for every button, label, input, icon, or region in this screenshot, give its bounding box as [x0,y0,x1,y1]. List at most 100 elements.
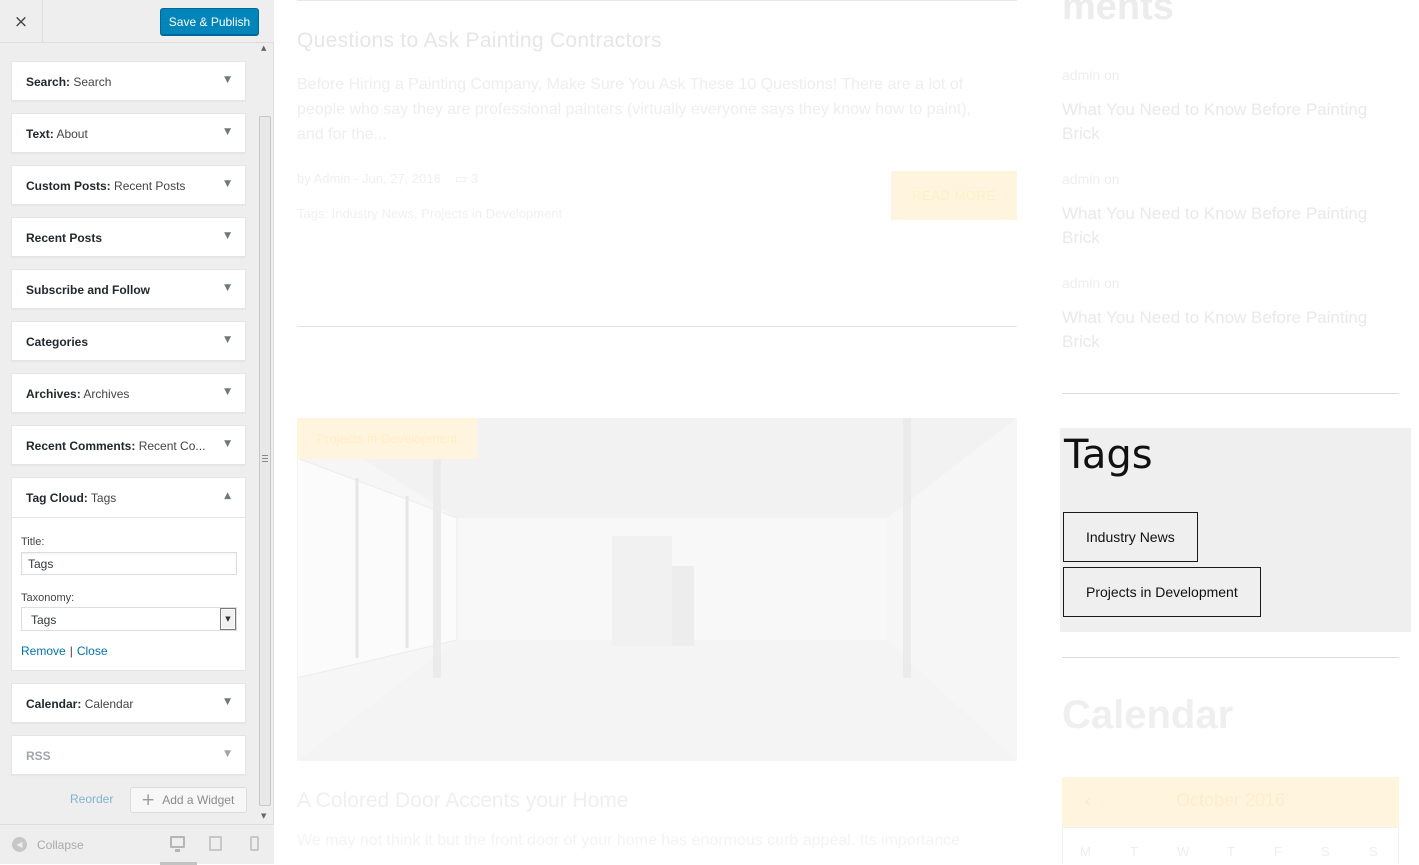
calendar-header: October 2016 ‹ [1062,777,1399,827]
scrollbar-thumb[interactable] [259,116,271,806]
collapse-button[interactable]: ◀ Collapse [12,837,84,852]
widget-heading: Calendar [1062,693,1234,737]
customizer-sidebar: × Save & Publish ▲ ▼ Search: Search ▼ Te… [0,0,274,865]
widget-tag-cloud-header[interactable]: Tag Cloud: Tags ▲ [12,478,245,518]
taxonomy-field-label: Taxonomy: [21,592,75,604]
title-field-label: Title: [21,536,45,548]
empty-room-image [297,418,1017,761]
expand-arrow-icon[interactable]: ▼ [224,387,231,397]
dropdown-arrow-icon[interactable]: ▼ [220,608,236,630]
widget-search[interactable]: Search: Search ▼ [11,61,246,101]
expand-arrow-icon[interactable]: ▼ [224,75,231,85]
calendar-grid: M T W T F S S [1062,827,1399,864]
tag-link[interactable]: Projects in Development [1063,567,1261,617]
expand-arrow-icon[interactable]: ▼ [224,283,231,293]
add-widget-label: Add a Widget [162,793,235,807]
widget-recent-posts[interactable]: Recent Posts ▼ [11,217,246,257]
weekday-label: S [1369,844,1378,859]
scrollbar[interactable]: ▲ ▼ [259,44,271,820]
widget-heading: ments [1062,0,1174,28]
separator: | [69,644,73,658]
weekday-label: F [1274,844,1282,859]
scroll-down-arrow-icon[interactable]: ▼ [261,812,266,820]
widget-actions: Remove | Close [21,644,108,658]
tag-cloud-widget: Tags Industry News Projects in Developme… [1060,428,1411,632]
divider [1062,393,1399,394]
close-icon[interactable]: × [0,0,43,43]
add-widget-button[interactable]: + Add a Widget [130,787,247,813]
scroll-up-arrow-icon[interactable]: ▲ [261,44,266,52]
divider [1062,657,1399,658]
post-tags: Tags: Industry News, Projects in Develop… [297,206,563,221]
post-excerpt: Before Hiring a Painting Company, Make S… [297,76,972,143]
divider [297,0,1017,1]
widget-tag-cloud: Tag Cloud: Tags ▲ Title: Taxonomy: Tags … [11,477,246,671]
expand-arrow-icon[interactable]: ▼ [224,231,231,241]
widget-heading: Tags [1064,432,1153,478]
taxonomy-select[interactable]: Tags ▼ [21,607,237,631]
taxonomy-selected-value: Tags [31,613,57,627]
save-publish-button[interactable]: Save & Publish [160,8,259,35]
chevron-left-icon[interactable]: ‹ [1084,791,1091,812]
widget-title: Archives: Archives [26,387,130,401]
expand-arrow-icon[interactable]: ▼ [224,749,231,759]
widget-archives[interactable]: Archives: Archives ▼ [11,373,246,413]
customizer-footer: ◀ Collapse [0,824,274,865]
widget-custom-posts[interactable]: Custom Posts: Recent Posts ▼ [11,165,246,205]
widget-title: Text: About [26,127,88,141]
plus-icon: + [141,789,156,810]
widget-title: RSS [26,749,51,763]
widget-title: Tag Cloud: Tags [26,491,117,505]
weekday-label: M [1080,844,1091,859]
widget-title: Recent Posts [26,231,103,245]
read-more-button[interactable]: READ MORE [891,171,1017,220]
comment-post-link[interactable]: What You Need to Know Before Painting Br… [1062,306,1392,354]
divider [297,326,1017,327]
weekday-label: T [1130,844,1138,859]
mobile-preview-icon[interactable] [250,836,259,851]
widget-rss[interactable]: RSS ▼ [11,735,246,775]
collapse-arrow-icon[interactable]: ▲ [224,491,231,501]
comment-author: admin on [1062,275,1120,291]
remove-link[interactable]: Remove [21,644,66,658]
post-title[interactable]: Questions to Ask Painting Contractors [297,29,662,53]
expand-arrow-icon[interactable]: ▼ [224,439,231,449]
grip-icon [262,455,268,462]
widget-title: Recent Comments: Recent Co... [26,439,206,453]
collapse-arrow-icon: ◀ [12,837,27,852]
expand-arrow-icon[interactable]: ▼ [224,179,231,189]
widget-title: Categories [26,335,89,349]
category-badge[interactable]: Projects in Development [297,418,477,459]
collapse-label: Collapse [37,837,84,852]
comment-author: admin on [1062,67,1120,83]
widget-subscribe-follow[interactable]: Subscribe and Follow ▼ [11,269,246,309]
close-link[interactable]: Close [77,644,108,658]
widget-recent-comments[interactable]: Recent Comments: Recent Co... ▼ [11,425,246,465]
tag-link[interactable]: Industry News [1063,512,1198,562]
comment-author: admin on [1062,171,1120,187]
weekday-label: W [1177,844,1190,859]
widget-title: Search: Search [26,75,112,89]
reorder-link[interactable]: Reorder [70,792,113,806]
widget-categories[interactable]: Categories ▼ [11,321,246,361]
title-input[interactable] [21,552,237,575]
widget-title: Calendar: Calendar [26,697,134,711]
widget-text-about[interactable]: Text: About ▼ [11,113,246,153]
widget-title: Custom Posts: Recent Posts [26,179,186,193]
expand-arrow-icon[interactable]: ▼ [224,697,231,707]
weekday-label: S [1321,844,1330,859]
tablet-preview-icon[interactable] [209,836,222,851]
post-image[interactable] [297,418,1017,761]
expand-arrow-icon[interactable]: ▼ [224,335,231,345]
calendar-month: October 2016 [1175,790,1286,810]
post-meta: by Admin - Jun, 27, 2016 ▭ 3 [297,171,478,186]
comment-post-link[interactable]: What You Need to Know Before Painting Br… [1062,98,1392,146]
comment-icon: ▭ [454,171,468,186]
post-title[interactable]: A Colored Door Accents your Home [297,789,629,813]
desktop-preview-icon[interactable] [170,836,185,852]
widget-title: Subscribe and Follow [26,283,151,297]
expand-arrow-icon[interactable]: ▼ [224,127,231,137]
weekday-label: T [1227,844,1235,859]
comment-post-link[interactable]: What You Need to Know Before Painting Br… [1062,202,1392,250]
widget-calendar[interactable]: Calendar: Calendar ▼ [11,683,246,723]
